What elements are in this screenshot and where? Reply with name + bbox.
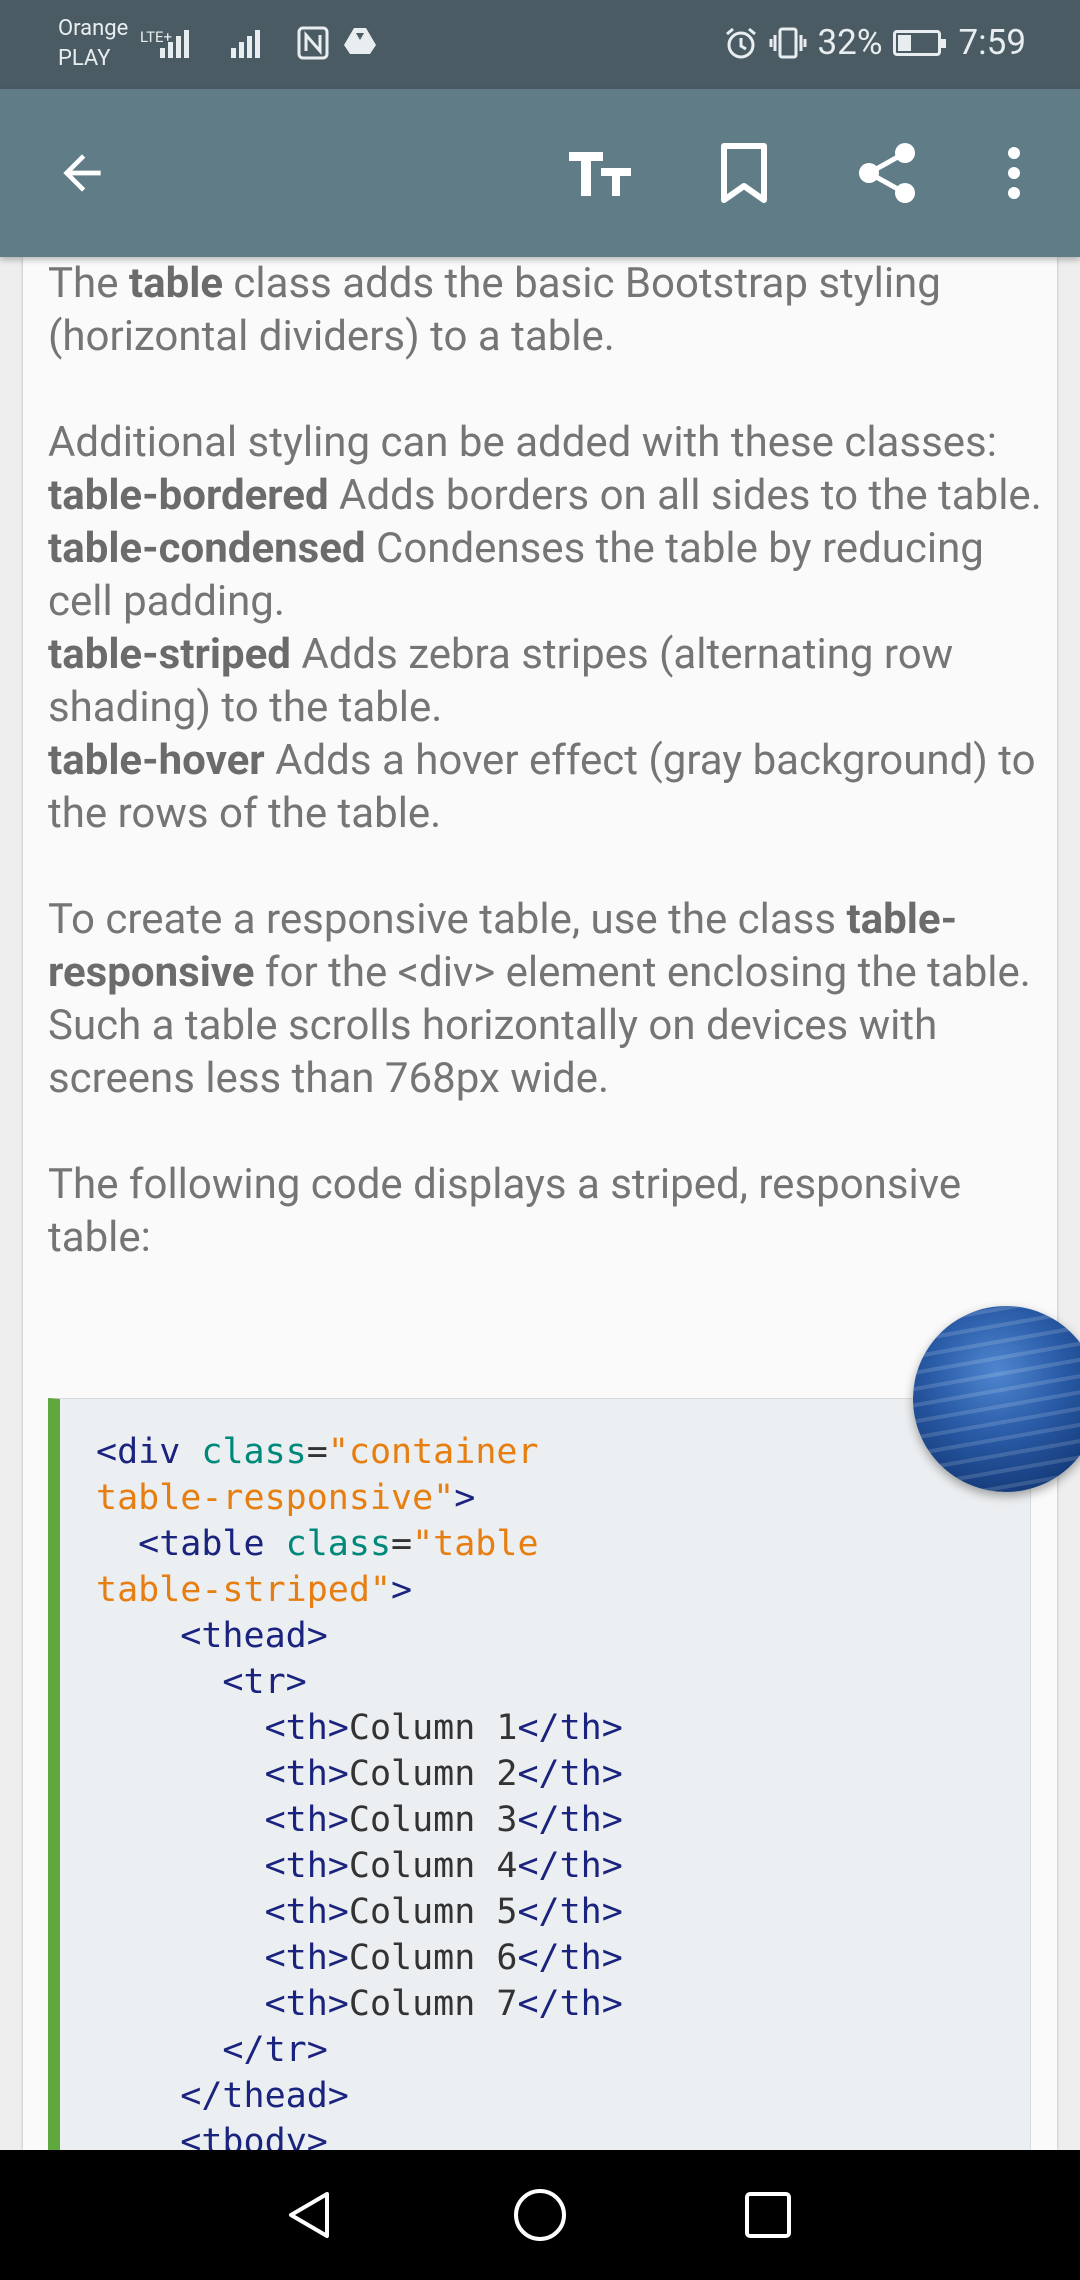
status-icons-left — [297, 26, 377, 60]
code-tag: </tr> — [96, 2030, 328, 2070]
responsive-paragraph: To create a responsive table, use the cl… — [48, 893, 1048, 1105]
carrier-name: Orange — [58, 16, 129, 41]
article-content: The table class adds the basic Bootstrap… — [48, 257, 1048, 1264]
intro-paragraph: The table class adds the basic Bootstrap… — [48, 257, 1048, 363]
signal-group — [160, 24, 260, 58]
class-desc: Adds borders on all sides to the table. — [328, 471, 1042, 520]
class-name: table-condensed — [48, 524, 366, 573]
code-tag: <tbody> — [96, 2122, 328, 2150]
bookmark-icon[interactable] — [702, 131, 786, 215]
nfc-icon — [297, 26, 329, 60]
classes-paragraph: Additional styling can be added with the… — [48, 416, 1048, 840]
alarm-icon — [725, 27, 756, 58]
intro-bold: table — [128, 259, 224, 308]
home-circle-icon[interactable] — [505, 2180, 575, 2250]
floating-chat-head-bubble[interactable] — [913, 1306, 1080, 1492]
additional-text: Additional styling can be added with the… — [48, 418, 997, 467]
back-arrow-icon[interactable] — [40, 131, 124, 215]
code-string: "table — [412, 1524, 539, 1564]
code-text-col: Column 4 — [348, 1846, 518, 1886]
code-text-col: Column 3 — [348, 1800, 518, 1840]
share-icon[interactable] — [845, 131, 929, 215]
system-nav-bar — [0, 2150, 1080, 2280]
code-tag: > — [454, 1478, 476, 1518]
code-tag: <tr> — [96, 1662, 307, 1702]
class-name: table-striped — [48, 630, 291, 679]
drive-icon — [344, 28, 376, 54]
code-tag: <table — [96, 1524, 265, 1564]
code-attr: class — [285, 1524, 392, 1564]
code-tag: </thead> — [96, 2076, 349, 2116]
code-text-col: Column 5 — [348, 1892, 518, 1932]
intro-text: The — [48, 259, 129, 308]
carrier-label: Orange PLAY LTE+ — [58, 14, 172, 74]
code-block: <div class="container table-responsive">… — [48, 1398, 1031, 2150]
code-string: table-striped" — [96, 1570, 392, 1610]
status-bar: Orange PLAY LTE+ 32% 7:59 — [0, 0, 1080, 89]
code-string: "container — [327, 1432, 539, 1472]
code-tag: <thead> — [96, 1616, 328, 1656]
code-tag: <div — [96, 1432, 181, 1472]
code-tag: > — [391, 1570, 413, 1610]
clock: 7:59 — [958, 22, 1027, 63]
text-size-icon[interactable] — [558, 131, 642, 215]
article-card: The table class adds the basic Bootstrap… — [23, 257, 1057, 2150]
following-text: The following code displays a striped, r… — [48, 1160, 962, 1262]
app-bar — [0, 89, 1080, 257]
signal-icon — [160, 24, 189, 58]
carrier-name-2: PLAY — [58, 46, 111, 71]
code-text-col: Column 6 — [348, 1938, 518, 1978]
following-paragraph: The following code displays a striped, r… — [48, 1158, 1048, 1264]
more-vert-icon[interactable] — [972, 131, 1056, 215]
status-icons-right: 32% 7:59 — [724, 22, 1026, 63]
responsive-text: To create a responsive table, use the cl… — [48, 895, 847, 944]
recents-square-icon[interactable] — [733, 2180, 803, 2250]
signal-icon — [231, 24, 260, 58]
class-name: table-hover — [48, 736, 265, 785]
battery-icon — [892, 29, 946, 56]
code-text-col: Column 2 — [348, 1754, 518, 1794]
code-text-col: Column 1 — [348, 1708, 518, 1748]
back-triangle-icon[interactable] — [275, 2180, 345, 2250]
code-attr: class — [201, 1432, 307, 1472]
code-text-col: Column 7 — [348, 1984, 518, 2024]
vibrate-icon — [769, 27, 807, 58]
code-text: <div class="container table-responsive">… — [96, 1429, 623, 2150]
class-name: table-bordered — [48, 471, 329, 520]
code-string: table-responsive" — [96, 1478, 455, 1518]
battery-percent: 32% — [817, 22, 883, 63]
